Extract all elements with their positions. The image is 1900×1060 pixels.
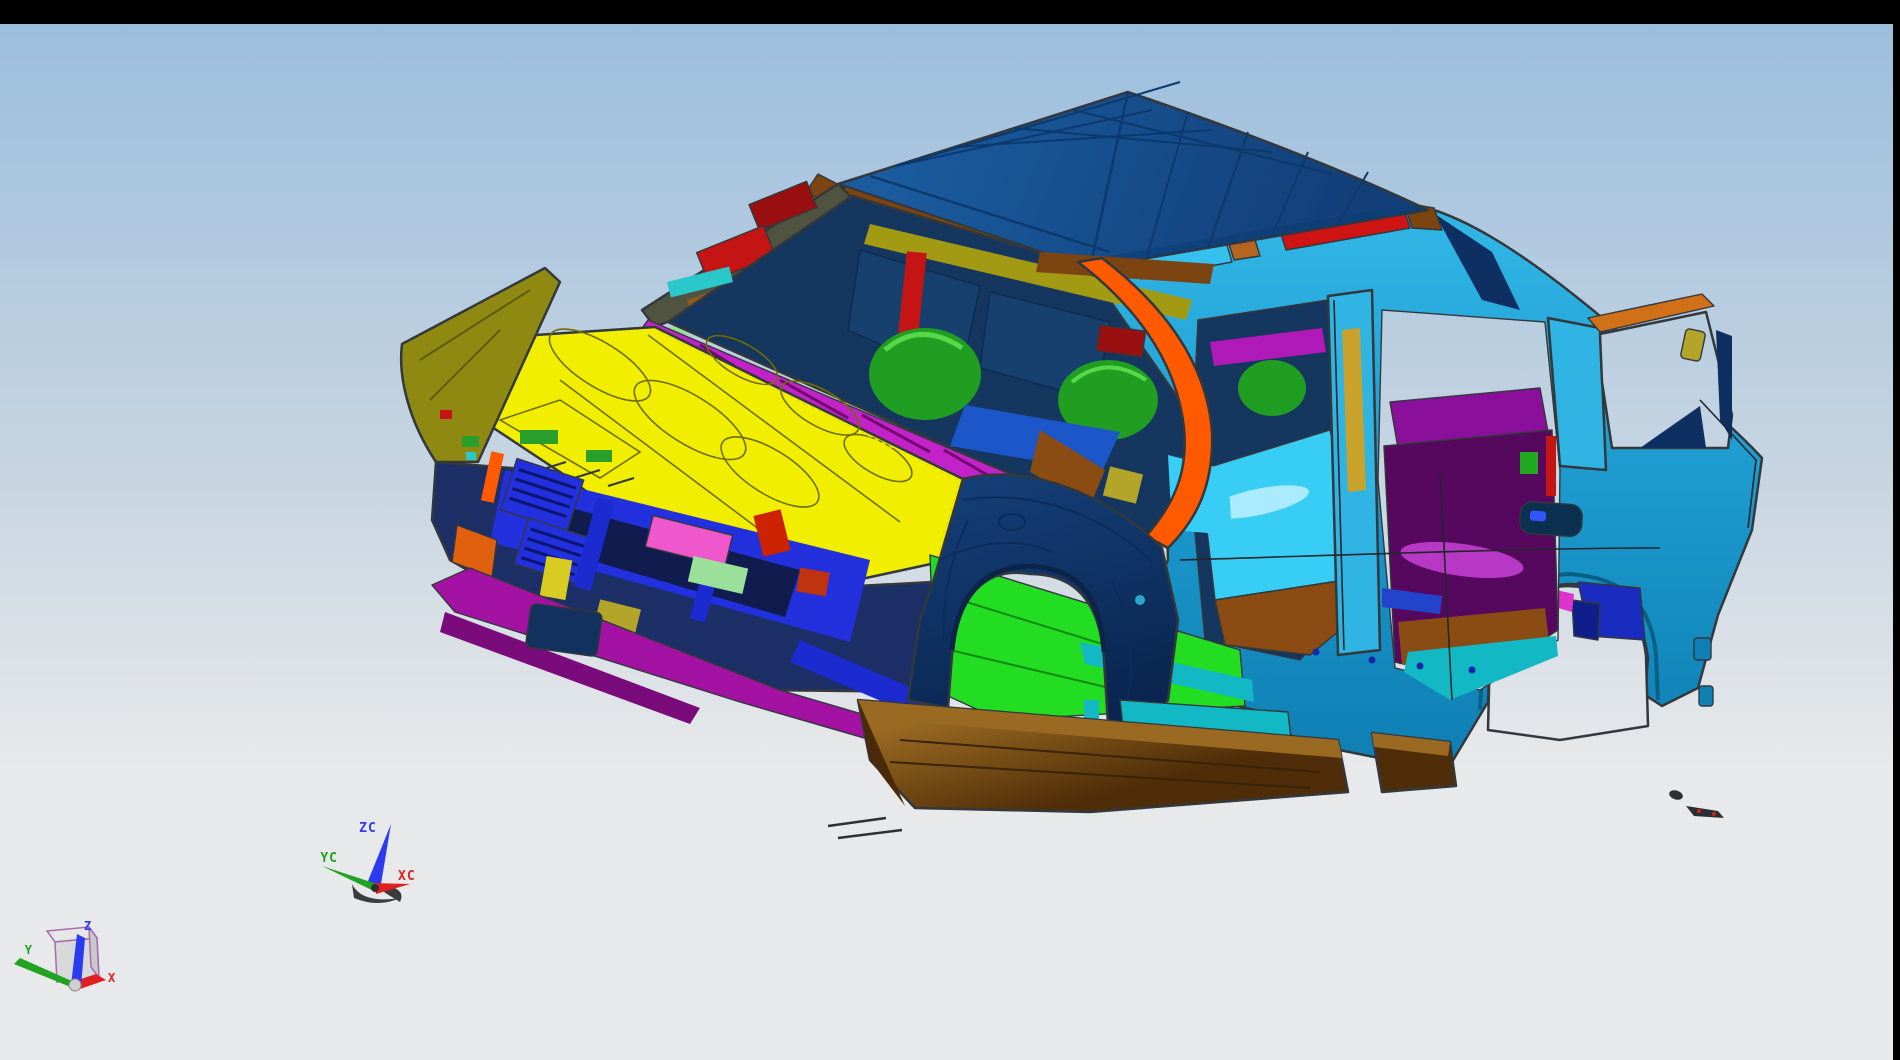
loose-part-red-dot-1 xyxy=(1697,809,1701,813)
model-view[interactable]: ZC YC XC Z Y X xyxy=(0,0,1900,1060)
running-board-rear[interactable] xyxy=(1372,733,1456,792)
fender-teal-tab[interactable] xyxy=(1084,700,1099,719)
interior-red-box[interactable] xyxy=(1096,325,1145,357)
door-handle-recess[interactable] xyxy=(1519,501,1583,537)
seat-through-door[interactable] xyxy=(1238,360,1306,416)
quarter-window-opening xyxy=(1600,312,1732,448)
hinge-green-part[interactable] xyxy=(1520,452,1538,474)
fender-drain-dot xyxy=(1135,595,1145,605)
csys-z-label: Z xyxy=(84,919,91,933)
b-pillar[interactable] xyxy=(1328,290,1380,655)
rear-bracket-tab-lower[interactable] xyxy=(1699,686,1713,706)
csys-x-label: X xyxy=(108,971,116,985)
seat-frame-left[interactable] xyxy=(869,328,981,420)
fender-cyan-bit[interactable] xyxy=(466,452,476,460)
fender-red-bit[interactable] xyxy=(440,410,452,419)
engine-bay-red-part-2[interactable] xyxy=(796,568,830,597)
cad-application-window: ZC YC XC Z Y X xyxy=(0,0,1900,1060)
latch-red-part[interactable] xyxy=(1546,436,1556,496)
wcs-x-label: XC xyxy=(398,869,416,884)
loose-part-red-dot-2 xyxy=(1712,812,1716,816)
wcs-origin[interactable] xyxy=(371,884,379,892)
window-top-bar xyxy=(0,0,1900,24)
viewport-canvas[interactable]: ZC YC XC Z Y X xyxy=(0,0,1900,1060)
fender-green-bit[interactable] xyxy=(462,436,479,447)
handle-blue-glint xyxy=(1530,510,1547,521)
window-right-bar xyxy=(1893,0,1900,1060)
csys-origin-ball xyxy=(69,979,81,991)
lower-tow-panel[interactable] xyxy=(525,603,602,657)
wcs-y-label: YC xyxy=(320,851,338,866)
hood-edge-green-2[interactable] xyxy=(586,450,612,462)
csys-y-label: Y xyxy=(25,943,33,957)
hood-edge-green-1[interactable] xyxy=(520,430,558,444)
wheelhouse-inner-panel[interactable] xyxy=(1572,600,1600,640)
rear-bracket-tab-upper[interactable] xyxy=(1694,638,1711,660)
wcs-z-label: ZC xyxy=(359,821,377,836)
